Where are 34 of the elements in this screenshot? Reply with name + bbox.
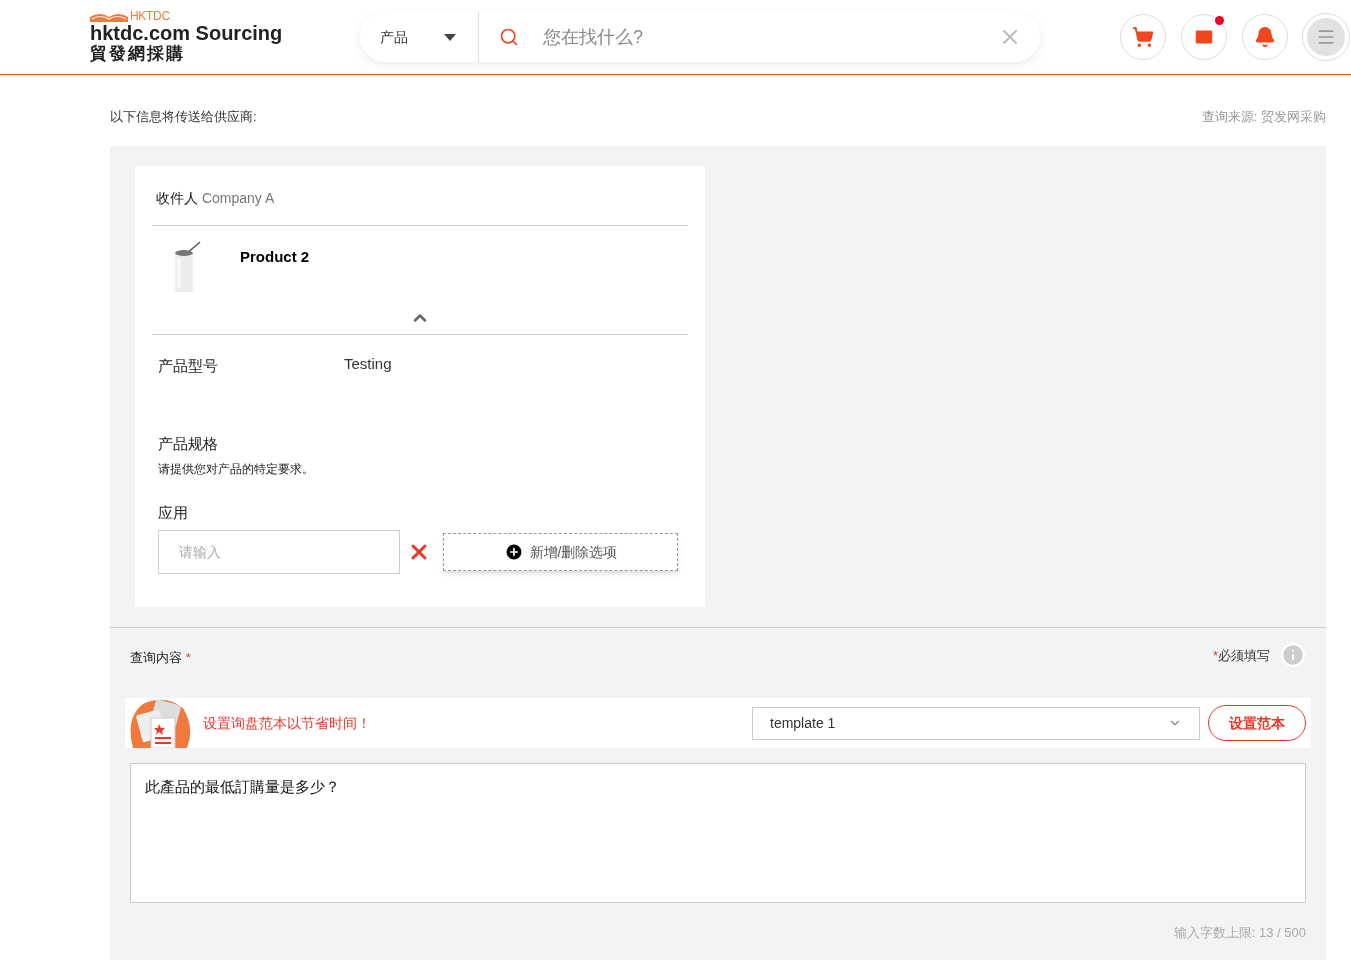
logo-subtitle: 貿發網採購 [90, 44, 186, 64]
source-text: 查询来源: 贸发网采购 [1201, 108, 1326, 127]
field-value: Testing [344, 354, 392, 374]
add-remove-option-button[interactable]: 新增/删除选项 [443, 533, 678, 571]
menu-button[interactable] [1303, 14, 1349, 60]
template-dropdown[interactable]: template 1 [752, 706, 1200, 740]
message-field[interactable]: 此產品的最低訂購量是多少？ [130, 763, 1306, 903]
bell-button[interactable] [1242, 14, 1288, 60]
cart-button[interactable] [1120, 14, 1166, 60]
character-counter: 输入字数上限: 13 / 500 [1173, 924, 1306, 942]
required-asterisk: * [185, 650, 191, 665]
field-label: 产品型号 [158, 356, 219, 376]
mail-button[interactable] [1181, 14, 1227, 60]
field-label: 产品规格 [158, 434, 219, 454]
plus-icon [503, 542, 524, 562]
info-text: 以下信息将传送给供应商: [110, 108, 257, 127]
menu-icon [1316, 27, 1336, 47]
required-asterisk: * [1212, 648, 1218, 663]
category-dropdown[interactable]: 产品 [360, 12, 478, 62]
required-note: 必须填写 [1218, 648, 1270, 663]
logo-mark: HKTDC [130, 10, 170, 22]
field-hint: 请提供您对产品的特定要求。 [158, 460, 315, 478]
search-icon [499, 27, 519, 47]
search-field[interactable]: 您在找什么? [543, 23, 998, 51]
recipient-name: Company A [201, 190, 275, 206]
query-label: 查询内容 [130, 650, 183, 665]
bell-icon [1254, 26, 1276, 48]
logo-title: hktdc.com Sourcing [90, 22, 284, 44]
input-field[interactable]: 请输入 [158, 530, 400, 574]
field-label: 应用 [158, 502, 189, 523]
recipient-label: 收件人 [156, 190, 199, 206]
product-name: Product 2 [240, 247, 310, 267]
template-prompt: 设置询盘范本以节省时间！ [203, 713, 371, 733]
cart-icon [1132, 26, 1154, 48]
